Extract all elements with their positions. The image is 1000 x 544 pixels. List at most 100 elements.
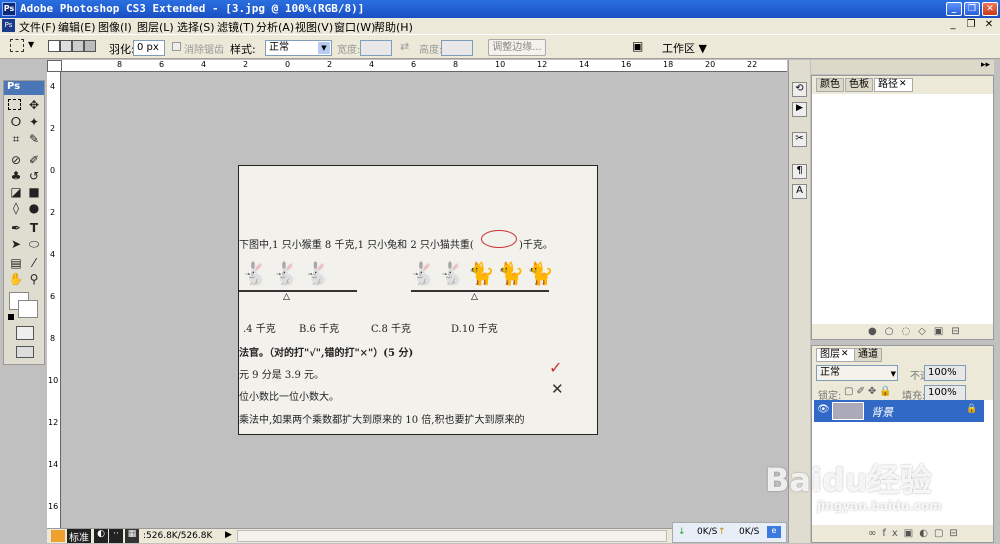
ruler-tick: 14 xyxy=(579,60,590,69)
close-button[interactable]: ✕ xyxy=(982,2,998,16)
default-colors-icon[interactable] xyxy=(8,314,14,320)
feather-input[interactable]: 0 px xyxy=(133,40,165,56)
character-icon[interactable]: A xyxy=(792,184,807,199)
tab-layers[interactable]: 图层 xyxy=(816,348,855,362)
menu-file[interactable]: 文件(F) xyxy=(19,19,56,35)
status-menu-icon[interactable] xyxy=(51,530,65,542)
dodge-tool-icon[interactable]: ● xyxy=(26,201,42,216)
notes-tool-icon[interactable]: ▤ xyxy=(8,256,24,271)
blend-mode-select[interactable]: 正常 ▼ xyxy=(816,365,898,381)
menu-edit[interactable]: 编辑(E) xyxy=(58,19,96,35)
crop-tool-icon[interactable]: ⌗ xyxy=(8,132,24,147)
pen-tool-icon[interactable]: ✒ xyxy=(8,221,24,236)
width-input[interactable] xyxy=(360,40,392,56)
lock-icons[interactable]: ▢✐✥🔒 xyxy=(844,386,895,397)
actions-icon[interactable]: ▶ xyxy=(792,102,807,117)
layer-row-background[interactable]: 👁 背景 🔒 xyxy=(814,400,984,422)
paths-footer-icons[interactable]: ●○◌◇▣⊟ xyxy=(868,326,968,337)
history-icon[interactable]: ⟲ xyxy=(792,82,807,97)
workspace-button[interactable]: 工作区 ▼ xyxy=(662,40,707,56)
marquee-preset-icon[interactable] xyxy=(10,39,24,52)
animals-right-illustration: 🐇🐇🐈🐈🐈 xyxy=(409,262,556,287)
menu-layer[interactable]: 图层(L) xyxy=(137,19,174,35)
moon-icon[interactable]: ◐ xyxy=(94,529,108,543)
menu-view[interactable]: 视图(V) xyxy=(295,19,333,35)
eraser-tool-icon[interactable]: ◪ xyxy=(8,185,24,200)
shape-tool-icon[interactable]: ⬭ xyxy=(26,237,42,252)
intersect-selection-icon[interactable] xyxy=(84,40,96,52)
lasso-tool-icon[interactable]: ⵔ xyxy=(8,115,24,130)
brush-tool-icon[interactable]: ✐ xyxy=(26,153,42,168)
close-icon[interactable]: ✕ xyxy=(841,349,849,359)
tab-swatches[interactable]: 色板 xyxy=(845,78,873,92)
restore-button[interactable]: ❐ xyxy=(964,2,980,16)
path-selection-icon[interactable]: ➤ xyxy=(8,237,24,252)
menu-window[interactable]: 窗口(W) xyxy=(334,19,375,35)
arrow-right-icon[interactable]: ▶ xyxy=(225,530,232,540)
refine-edge-button[interactable]: 调整边缘... xyxy=(488,39,546,56)
background-color-swatch[interactable] xyxy=(18,300,38,318)
collapse-icon[interactable]: ▸▸ xyxy=(981,60,990,70)
antialias-checkbox[interactable] xyxy=(172,42,181,51)
menu-filter[interactable]: 滤镜(T) xyxy=(217,19,254,35)
chevron-down-icon[interactable]: ▼ xyxy=(28,40,34,49)
tab-channels[interactable]: 通道 xyxy=(854,348,882,362)
ruler-tick: 10 xyxy=(495,60,506,69)
brush-palette-icon[interactable]: ▣ xyxy=(632,39,650,55)
move-tool-icon[interactable]: ✥ xyxy=(26,98,42,113)
zoom-tool-icon[interactable]: ⚲ xyxy=(26,272,42,287)
watermark-brand: Baidu经验 xyxy=(765,461,932,499)
doc-close-button[interactable]: ✕ xyxy=(982,19,996,32)
horizontal-scrollbar[interactable] xyxy=(237,530,667,542)
hand-tool-icon[interactable]: ✋ xyxy=(8,272,24,287)
type-tool-icon[interactable]: T xyxy=(26,221,42,236)
close-icon[interactable]: ✕ xyxy=(899,79,907,89)
quick-mask-icon[interactable] xyxy=(16,326,34,340)
menu-select[interactable]: 选择(S) xyxy=(177,19,215,35)
menu-image[interactable]: 图像(I) xyxy=(98,19,132,35)
tool-presets-icon[interactable]: ✂ xyxy=(792,132,807,147)
subtract-selection-icon[interactable] xyxy=(72,40,84,52)
minimize-button[interactable]: _ xyxy=(946,2,962,16)
doc-restore-button[interactable]: ❐ xyxy=(964,19,978,32)
healing-brush-icon[interactable]: ⊘ xyxy=(8,153,24,168)
screen-mode-icon[interactable] xyxy=(16,346,34,358)
balance-beam-right xyxy=(411,290,549,292)
ruler-top: 8 6 4 2 0 2 4 6 8 10 12 14 16 18 20 22 xyxy=(62,60,787,72)
image-canvas[interactable]: 下图中,1 只小猴重 8 千克,1 只小兔和 2 只小猫共重( )千克。 🐇🐇🐇… xyxy=(238,165,598,435)
eyedropper-icon[interactable]: ⁄ xyxy=(26,256,42,271)
new-selection-icon[interactable] xyxy=(48,40,60,52)
eye-icon[interactable]: 👁 xyxy=(817,404,830,415)
swap-icon[interactable]: ⇄ xyxy=(400,40,409,53)
style-label: 样式: xyxy=(230,43,256,56)
opacity-input[interactable]: 100% xyxy=(924,365,966,381)
paths-list[interactable] xyxy=(812,94,993,324)
document-icon[interactable]: Ps xyxy=(2,19,15,32)
grid-icon[interactable]: ▦ xyxy=(125,529,139,543)
fill-input[interactable]: 100% xyxy=(924,385,966,401)
paragraph-icon[interactable]: ¶ xyxy=(792,164,807,179)
magic-wand-icon[interactable]: ✦ xyxy=(26,115,42,130)
add-selection-icon[interactable] xyxy=(60,40,72,52)
option-c: C.8 千克 xyxy=(371,324,412,335)
slice-tool-icon[interactable]: ✎ xyxy=(26,132,42,147)
history-brush-icon[interactable]: ↺ xyxy=(26,169,42,184)
tab-paths[interactable]: 路径 xyxy=(874,78,913,92)
marquee-tool-icon[interactable] xyxy=(8,99,21,110)
ruler-tick: 22 xyxy=(747,60,758,69)
blur-tool-icon[interactable]: ◊ xyxy=(8,201,24,216)
doc-size-info[interactable]: :526.8K/526.8K xyxy=(143,531,212,541)
balance-beam-left xyxy=(239,290,357,292)
menu-help[interactable]: 帮助(H) xyxy=(374,19,413,35)
gradient-tool-icon[interactable]: ■ xyxy=(26,185,42,200)
worksheet-line-5: 位小数比一位小数大。 xyxy=(239,392,339,403)
doc-minimize-button[interactable]: _ xyxy=(946,19,960,32)
clone-stamp-icon[interactable]: ♣ xyxy=(8,169,24,184)
menu-analysis[interactable]: 分析(A) xyxy=(256,19,294,35)
dots-icon[interactable]: ·· xyxy=(109,529,123,543)
height-input[interactable] xyxy=(441,40,473,56)
zoom-mode-label[interactable]: 标准 xyxy=(67,529,91,544)
ruler-origin[interactable] xyxy=(47,60,62,72)
style-select[interactable]: 正常 ▼ xyxy=(265,40,332,56)
tab-color[interactable]: 颜色 xyxy=(816,78,844,92)
